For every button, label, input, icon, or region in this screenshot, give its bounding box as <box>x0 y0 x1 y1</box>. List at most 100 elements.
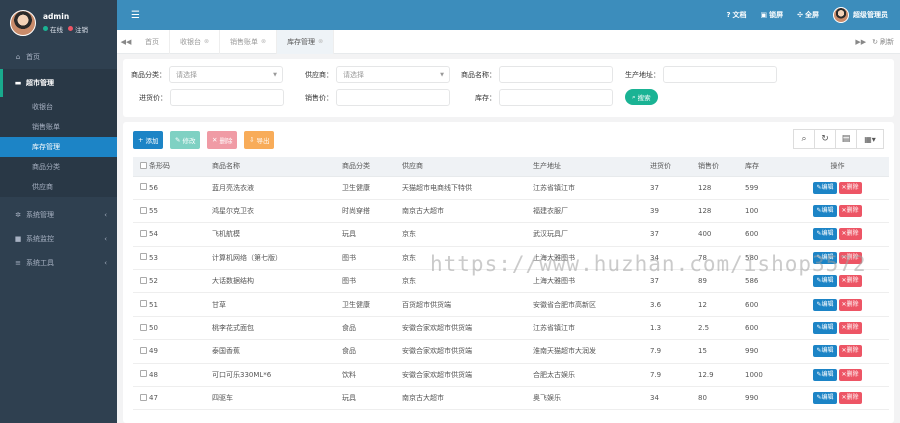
refresh-icon[interactable]: ↻ <box>814 129 836 149</box>
sidebar-item-supermarket[interactable]: ▬ 超市管理 <box>0 69 117 97</box>
close-icon[interactable]: ⊗ <box>318 38 323 45</box>
col-stock[interactable]: 库存 <box>745 157 786 177</box>
cell-category: 食品 <box>342 316 402 341</box>
purchase-price-input[interactable] <box>170 89 284 106</box>
row-delete-button[interactable]: ✕删除 <box>838 392 862 405</box>
export-button[interactable]: ⇩ 导出 <box>244 131 275 149</box>
row-edit-button[interactable]: ✎编辑 <box>813 205 837 218</box>
product-name-input[interactable] <box>499 66 613 83</box>
row-edit-button[interactable]: ✎编辑 <box>813 298 837 311</box>
row-checkbox[interactable] <box>140 393 147 401</box>
docs-link[interactable]: ? 文档 <box>726 10 746 20</box>
search-toggle-icon[interactable]: ⌕ <box>793 129 815 149</box>
sidebar-subitem-cashier[interactable]: 收银台 <box>0 97 117 117</box>
toggle-view-icon[interactable]: ▤ <box>835 129 857 149</box>
row-edit-button[interactable]: ✎编辑 <box>813 392 837 405</box>
search-button[interactable]: ⌕ 搜索 <box>625 89 658 105</box>
row-delete-button[interactable]: ✕删除 <box>838 228 862 241</box>
row-delete-button[interactable]: ✕删除 <box>838 275 862 288</box>
row-checkbox[interactable] <box>140 346 147 354</box>
table-row[interactable]: 48 可口可乐330ML*6 饮料 安徽合家欢超市供货端 合肥太古娱乐 7.9 12.9 10… <box>133 363 889 388</box>
row-checkbox[interactable] <box>140 323 147 331</box>
table-row[interactable]: 47 四驱车 玩具 南京古大超市 奥飞娱乐 34 80 990 ✎编辑 ✕删除 <box>133 386 889 411</box>
table-row[interactable]: 51 甘草 卫生健康 百货超市供货端 安徽省合肥市高新区 3.6 12 600 ✎编辑 ✕删除 <box>133 292 889 317</box>
category-select[interactable]: 请选择 ▼ <box>169 66 283 83</box>
sidebar-subitem-sales[interactable]: 销售账单 <box>0 117 117 137</box>
col-name[interactable]: 商品名称 <box>212 157 342 177</box>
row-delete-button[interactable]: ✕删除 <box>838 205 862 218</box>
sidebar-subitem-inventory[interactable]: 库存管理 <box>0 137 117 157</box>
row-edit-button[interactable]: ✎编辑 <box>813 345 837 358</box>
tab-home[interactable]: 首页 <box>135 29 170 54</box>
close-icon[interactable]: ⊗ <box>204 38 209 45</box>
sidebar-item-label: 超市管理 <box>26 79 54 87</box>
row-checkbox[interactable] <box>140 183 147 191</box>
tabs-prev-icon[interactable]: ◀◀ <box>117 38 135 46</box>
row-edit-button[interactable]: ✎编辑 <box>813 322 837 335</box>
logout-link[interactable]: 注销 <box>75 24 88 34</box>
lock-screen-link[interactable]: ▣ 锁屏 <box>761 10 784 20</box>
col-sale[interactable]: 销售价 <box>698 157 745 177</box>
columns-icon[interactable]: ▦▾ <box>856 129 884 149</box>
table-row[interactable]: 53 计算机网络（第七版） 图书 京东 上海大雅图书 34 78 580 ✎编辑 ✕删除 <box>133 246 889 271</box>
row-delete-button[interactable]: ✕删除 <box>838 181 862 194</box>
col-category[interactable]: 商品分类 <box>342 157 402 177</box>
row-checkbox[interactable] <box>140 276 147 284</box>
edit-button[interactable]: ✎ 修改 <box>170 131 201 149</box>
table-row[interactable]: 56 蓝月亮洗衣液 卫生健康 天猫超市电商线下特供 江苏省镇江市 37 128 599 ✎编辑 ✕… <box>133 176 889 200</box>
row-delete-button[interactable]: ✕删除 <box>838 251 862 264</box>
row-delete-button[interactable]: ✕删除 <box>838 368 862 381</box>
add-button[interactable]: + 添加 <box>133 131 164 149</box>
sidebar-item-system-mgmt[interactable]: ✲ 系统管理 ‹ <box>0 203 117 227</box>
table-row[interactable]: 49 泰国香蕉 食品 安徽合家欢超市供货端 淮南天猫超市大润发 7.9 15 990 ✎编辑 ✕删… <box>133 339 889 364</box>
col-supplier[interactable]: 供应商 <box>402 157 533 177</box>
row-edit-button[interactable]: ✎编辑 <box>813 228 837 241</box>
col-purchase[interactable]: 进货价 <box>650 157 698 177</box>
row-delete-button[interactable]: ✕删除 <box>838 345 862 358</box>
table-row[interactable]: 54 飞机航模 玩具 京东 武汉玩具厂 37 400 600 ✎编辑 ✕删除 <box>133 222 889 247</box>
user-menu[interactable]: 超级管理员 <box>833 7 888 23</box>
row-delete-button[interactable]: ✕删除 <box>838 322 862 335</box>
cell-supplier: 南京古大超市 <box>402 386 533 411</box>
avatar[interactable] <box>10 9 36 36</box>
row-edit-button[interactable]: ✎编辑 <box>813 251 837 264</box>
row-checkbox[interactable] <box>140 206 147 214</box>
sidebar-item-system-tools[interactable]: ≡ 系统工具 ‹ <box>0 251 117 275</box>
fullscreen-link[interactable]: ✣ 全屏 <box>797 10 819 20</box>
row-edit-button[interactable]: ✎编辑 <box>813 368 837 381</box>
tab-sales[interactable]: 销售账单 ⊗ <box>220 29 278 54</box>
table-row[interactable]: 50 桃李花式面包 食品 安徽合家欢超市供货端 江苏省镇江市 1.3 2.5 600 ✎编辑 ✕删… <box>133 316 889 341</box>
tab-cashier[interactable]: 收银台 ⊗ <box>170 29 221 54</box>
cell-supplier: 京东 <box>402 269 533 294</box>
row-checkbox[interactable] <box>140 370 147 378</box>
hamburger-menu-icon[interactable]: ☰ <box>131 10 140 21</box>
sidebar-item-home[interactable]: ⌂ 首页 <box>0 45 117 69</box>
row-checkbox[interactable] <box>140 253 147 261</box>
refresh-icon[interactable]: ↻ <box>872 38 878 46</box>
sale-price-input[interactable] <box>336 89 450 106</box>
delete-button[interactable]: ✕ 删除 <box>207 131 238 149</box>
sidebar-subitem-category[interactable]: 商品分类 <box>0 157 117 177</box>
close-icon[interactable]: ⊗ <box>261 38 266 45</box>
row-checkbox[interactable] <box>140 229 147 237</box>
col-barcode[interactable]: 条形码 <box>149 157 212 177</box>
stock-input[interactable] <box>499 89 613 106</box>
select-all-checkbox[interactable] <box>140 161 147 169</box>
tab-inventory[interactable]: 库存管理 ⊗ <box>277 29 335 54</box>
cell-stock: 990 <box>745 339 786 364</box>
sidebar-subitem-supplier[interactable]: 供应商 <box>0 177 117 197</box>
sidebar-item-system-monitor[interactable]: ■ 系统监控 ‹ <box>0 227 117 251</box>
origin-input[interactable] <box>663 66 777 83</box>
table-row[interactable]: 52 大话数据结构 图书 京东 上海大雅图书 37 89 586 ✎编辑 ✕删除 <box>133 269 889 294</box>
row-delete-button[interactable]: ✕删除 <box>838 298 862 311</box>
refresh-label[interactable]: 刷新 <box>880 37 894 47</box>
cell-name: 计算机网络（第七版） <box>212 246 342 271</box>
row-edit-button[interactable]: ✎编辑 <box>813 275 837 288</box>
table-row[interactable]: 55 鸿星尔克卫衣 时尚穿搭 南京古大超市 福建衣服厂 39 128 100 ✎编辑 ✕删除 <box>133 199 889 224</box>
row-edit-button[interactable]: ✎编辑 <box>813 181 837 194</box>
tabs-next-icon[interactable]: ▶▶ <box>855 38 866 46</box>
supplier-select[interactable]: 请选择 ▼ <box>336 66 450 83</box>
row-checkbox[interactable] <box>140 300 147 308</box>
col-origin[interactable]: 生产地址 <box>533 157 650 177</box>
cell-purchase: 3.6 <box>650 292 698 317</box>
